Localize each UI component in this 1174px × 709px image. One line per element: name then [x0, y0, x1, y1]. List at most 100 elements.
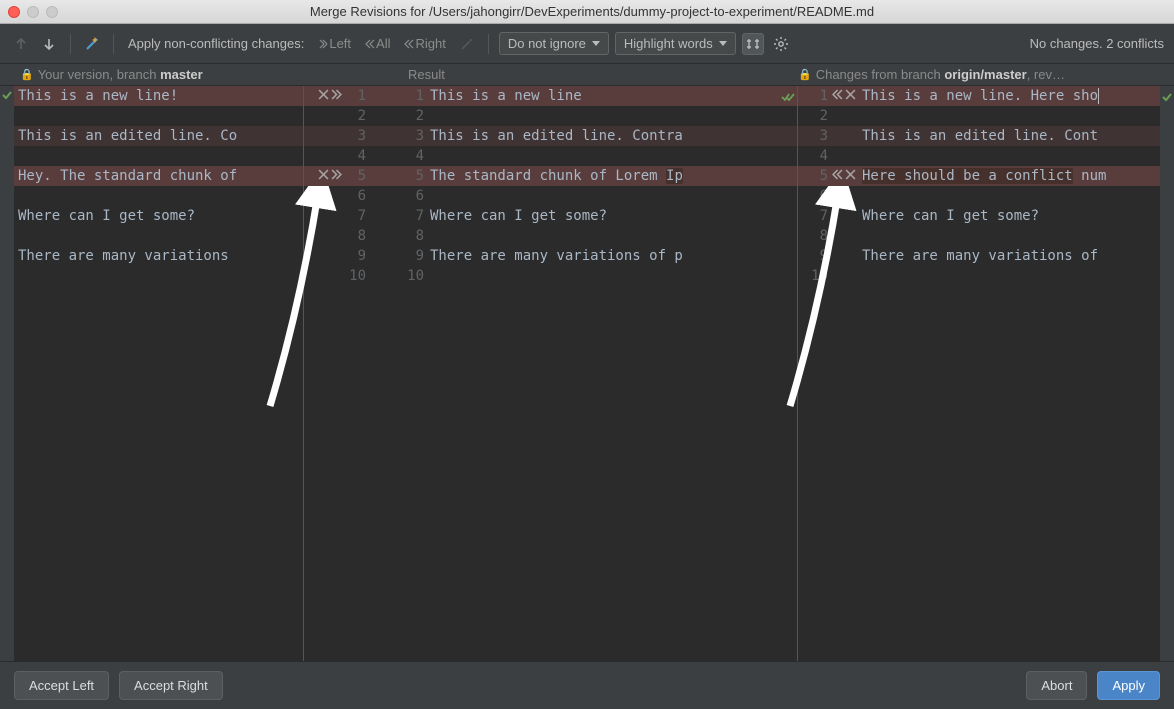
apply-button[interactable]: Apply — [1097, 671, 1160, 700]
result-line[interactable]: 22 — [304, 106, 797, 126]
right-pane-header: 🔒 Changes from branch origin/master, rev… — [798, 64, 1174, 85]
code-line[interactable] — [0, 186, 303, 206]
resolved-mark-icon[interactable] — [781, 89, 795, 109]
result-pane-header: Result — [303, 64, 798, 85]
line-number: 1 — [402, 86, 430, 106]
accept-change-icon[interactable] — [331, 86, 342, 106]
conflict-mark-icon[interactable] — [1161, 89, 1173, 109]
code-line[interactable]: 3This is an edited line. Cont — [798, 126, 1174, 146]
next-change-button[interactable] — [38, 33, 60, 55]
line-number: 4 — [798, 146, 832, 166]
line-number: 9 — [402, 246, 430, 266]
code-line[interactable]: 2 — [798, 106, 1174, 126]
line-number: 9 — [798, 246, 832, 266]
minimize-window-button[interactable] — [27, 6, 39, 18]
code-line[interactable]: 1This is a new line. Here sho — [798, 86, 1174, 106]
abort-button[interactable]: Abort — [1026, 671, 1087, 700]
line-number: 7 — [344, 206, 372, 226]
line-number: 10 — [798, 266, 832, 286]
titlebar: Merge Revisions for /Users/jahongirr/Dev… — [0, 0, 1174, 24]
apply-left-button[interactable]: Left — [314, 34, 355, 53]
accept-change-icon[interactable] — [832, 86, 843, 106]
line-number: 4 — [402, 146, 430, 166]
result-line[interactable]: 88 — [304, 226, 797, 246]
highlight-mode-dropdown[interactable]: Highlight words — [615, 32, 736, 55]
right-pane[interactable]: 1This is a new line. Here sho23This is a… — [798, 86, 1174, 661]
magic-wand-button[interactable] — [456, 33, 478, 55]
magic-resolve-button[interactable] — [81, 33, 103, 55]
code-line[interactable]: There are many variations — [0, 246, 303, 266]
line-number: 6 — [344, 186, 372, 206]
code-line[interactable] — [0, 106, 303, 126]
accept-right-button[interactable]: Accept Right — [119, 671, 223, 700]
line-number: 1 — [798, 86, 832, 106]
code-line[interactable]: 10 — [798, 266, 1174, 286]
merge-toolbar: Apply non-conflicting changes: Left All … — [0, 24, 1174, 64]
line-number: 7 — [798, 206, 832, 226]
line-number: 7 — [402, 206, 430, 226]
code-line[interactable]: Where can I get some? — [0, 206, 303, 226]
line-number: 3 — [402, 126, 430, 146]
code-line[interactable]: Hey. The standard chunk of — [0, 166, 303, 186]
line-number: 10 — [402, 266, 430, 286]
result-line[interactable]: 44 — [304, 146, 797, 166]
apply-right-button[interactable]: Right — [400, 34, 449, 53]
accept-change-icon[interactable] — [832, 166, 843, 186]
pane-headers: 🔒 Your version, branch master Result 🔒 C… — [0, 64, 1174, 86]
code-line[interactable] — [0, 226, 303, 246]
zoom-window-button[interactable] — [46, 6, 58, 18]
reject-change-icon[interactable] — [845, 166, 856, 186]
reject-change-icon[interactable] — [845, 86, 856, 106]
result-line[interactable]: 99There are many variations of p — [304, 246, 797, 266]
accept-mark-icon[interactable] — [1, 89, 13, 101]
code-line[interactable]: 7Where can I get some? — [798, 206, 1174, 226]
line-number: 2 — [344, 106, 372, 126]
accept-change-icon[interactable] — [331, 166, 342, 186]
result-line[interactable]: 11This is a new line — [304, 86, 797, 106]
code-line[interactable]: 4 — [798, 146, 1174, 166]
apply-nonconflicting-label: Apply non-conflicting changes: — [128, 36, 304, 51]
code-line[interactable]: 9There are many variations of — [798, 246, 1174, 266]
code-line[interactable]: 5Here should be a conflict num — [798, 166, 1174, 186]
settings-button[interactable] — [770, 33, 792, 55]
apply-all-button[interactable]: All — [361, 34, 394, 53]
line-number: 6 — [402, 186, 430, 206]
result-line[interactable]: 10 10 — [304, 266, 797, 286]
line-number: 8 — [344, 226, 372, 246]
code-line[interactable]: This is an edited line. Co — [0, 126, 303, 146]
line-number: 8 — [798, 226, 832, 246]
line-number: 3 — [344, 126, 372, 146]
left-pane[interactable]: This is a new line! This is an edited lin… — [0, 86, 303, 661]
line-number: 10 — [344, 266, 372, 286]
result-line[interactable]: 55The standard chunk of Lorem Ip — [304, 166, 797, 186]
line-number: 5 — [402, 166, 430, 186]
code-line[interactable]: 6 — [798, 186, 1174, 206]
code-line[interactable]: This is a new line! — [0, 86, 303, 106]
line-number: 3 — [798, 126, 832, 146]
lock-icon: 🔒 — [798, 68, 812, 81]
line-number: 2 — [402, 106, 430, 126]
result-line[interactable]: 77Where can I get some? — [304, 206, 797, 226]
left-pane-header: 🔒 Your version, branch master — [0, 64, 303, 85]
prev-change-button[interactable] — [10, 33, 32, 55]
reject-change-icon[interactable] — [318, 166, 329, 186]
result-line[interactable]: 66 — [304, 186, 797, 206]
line-number: 9 — [344, 246, 372, 266]
bottom-bar: Accept Left Accept Right Abort Apply — [0, 661, 1174, 709]
result-line[interactable]: 33This is an edited line. Contra — [304, 126, 797, 146]
lock-icon: 🔒 — [20, 68, 34, 81]
code-line[interactable]: 8 — [798, 226, 1174, 246]
reject-change-icon[interactable] — [318, 86, 329, 106]
line-number: 5 — [344, 166, 372, 186]
window-controls — [8, 6, 58, 18]
line-number: 2 — [798, 106, 832, 126]
line-number: 1 — [344, 86, 372, 106]
sync-scroll-button[interactable] — [742, 33, 764, 55]
ignore-whitespace-dropdown[interactable]: Do not ignore — [499, 32, 609, 55]
line-number: 4 — [344, 146, 372, 166]
accept-left-button[interactable]: Accept Left — [14, 671, 109, 700]
result-pane[interactable]: 11This is a new line2233This is an edite… — [303, 86, 798, 661]
close-window-button[interactable] — [8, 6, 20, 18]
line-number: 6 — [798, 186, 832, 206]
code-line[interactable] — [0, 146, 303, 166]
